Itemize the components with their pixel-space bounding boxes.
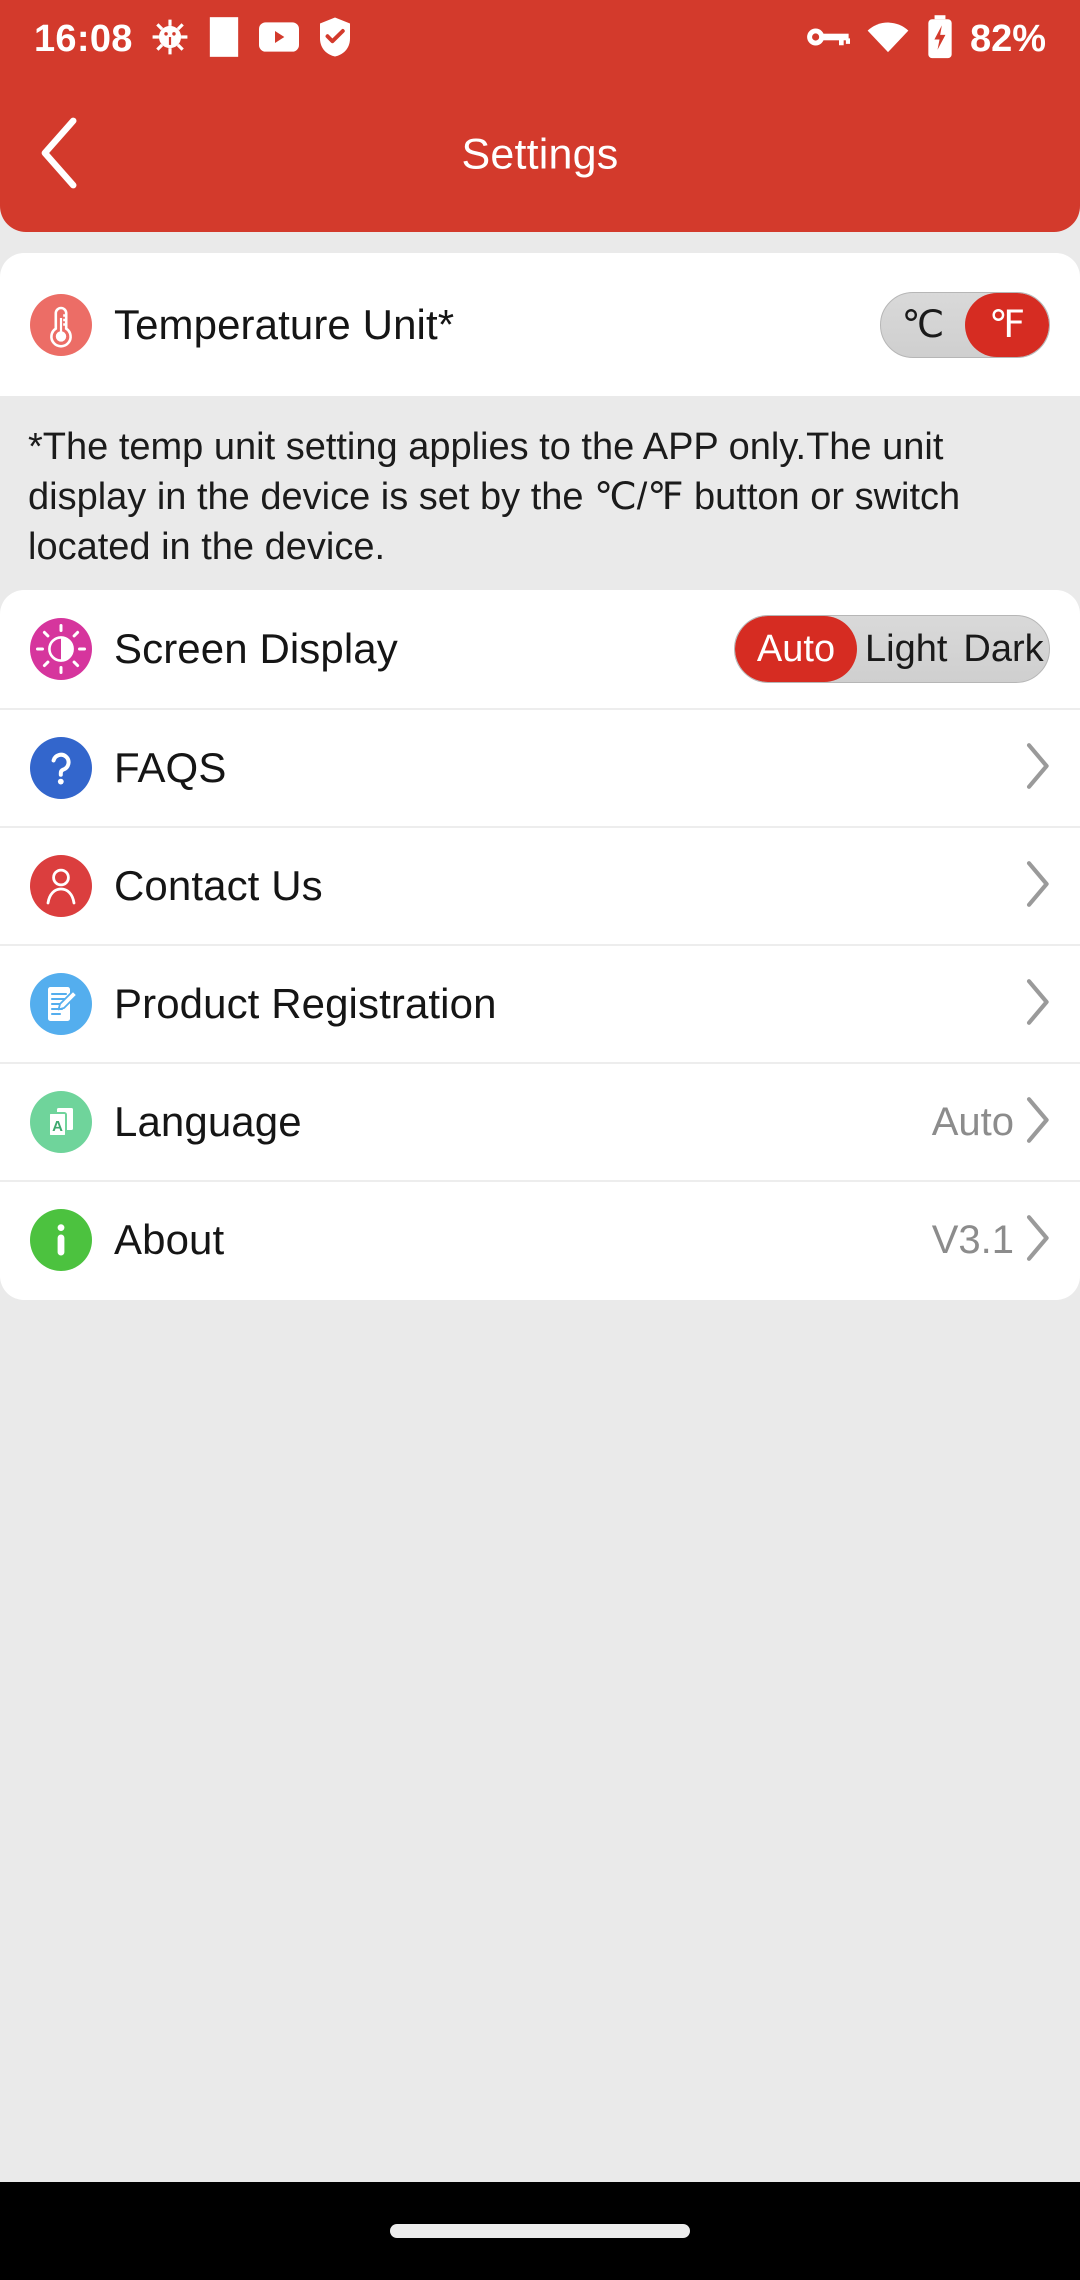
chevron-right-icon [1024,978,1050,1031]
security-shield-icon [317,16,353,63]
status-bar-right: 82% [806,14,1046,64]
wifi-icon [866,20,910,59]
settings-row-label-screen-display: Screen Display [114,625,398,672]
settings-row-about[interactable]: About V3.1 [0,1180,1080,1298]
settings-row-right-faqs [1014,742,1050,795]
translate-icon: A [30,1091,92,1153]
android-debug-icon [151,18,189,61]
settings-screen: 16:08 82% Settings Temperature Unit* ℃ ℉… [0,0,1080,2280]
person-circle-icon [30,855,92,917]
svg-text:A: A [52,1118,63,1135]
screen-display-option-light[interactable]: Light [857,616,955,682]
chevron-right-icon [1024,1214,1050,1267]
thermometer-icon [30,293,92,356]
blank-notification-icon [207,15,241,64]
screen-display-toggle[interactable]: Auto Light Dark [734,615,1050,683]
settings-row-product-registration[interactable]: Product Registration [0,944,1080,1062]
settings-row-language[interactable]: A Language Auto [0,1062,1080,1180]
system-navigation-bar [0,2182,1080,2280]
temperature-option-celsius[interactable]: ℃ [881,293,965,357]
settings-row-label-language: Language [114,1098,302,1145]
app-header: 16:08 82% Settings [0,0,1080,232]
page-title: Settings [461,130,619,179]
settings-row-contact-us[interactable]: Contact Us [0,826,1080,944]
temperature-option-fahrenheit[interactable]: ℉ [965,292,1049,357]
status-bar-clock: 16:08 [34,18,133,60]
screen-display-option-dark[interactable]: Dark [955,616,1049,682]
settings-row-label-faqs: FAQS [114,744,227,791]
settings-row-right-product-registration [1014,978,1050,1031]
status-bar: 16:08 82% [0,0,1080,78]
chevron-right-icon [1024,1096,1050,1149]
settings-row-right-language: Auto [932,1096,1050,1149]
document-pen-icon [30,973,92,1035]
screen-display-control-wrap: Auto Light Dark [734,615,1050,683]
brightness-contrast-icon [30,618,92,680]
temperature-unit-toggle[interactable]: ℃ ℉ [880,291,1050,358]
settings-row-label-product-registration: Product Registration [114,980,497,1027]
temperature-unit-control-wrap: ℃ ℉ [880,291,1050,358]
chevron-right-icon [1024,860,1050,913]
settings-row-temperature-unit[interactable]: Temperature Unit* ℃ ℉ [0,253,1080,396]
battery-charging-icon [926,14,954,64]
settings-row-faqs[interactable]: FAQS [0,708,1080,826]
info-circle-icon [30,1209,92,1271]
youtube-icon [258,21,299,57]
settings-list-card: Screen Display Auto Light Dark FAQS Cont… [0,590,1080,1300]
status-bar-left: 16:08 [34,15,353,64]
settings-row-label-temperature: Temperature Unit* [114,300,455,348]
question-mark-circle-icon [30,737,92,799]
settings-row-screen-display[interactable]: Screen Display Auto Light Dark [0,590,1080,708]
temperature-unit-note: *The temp unit setting applies to the AP… [0,396,1080,590]
vpn-key-icon [806,23,850,56]
settings-row-label-contact-us: Contact Us [114,862,323,909]
settings-row-right-contact-us [1014,860,1050,913]
home-indicator[interactable] [390,2224,690,2238]
settings-row-right-about: V3.1 [932,1214,1050,1267]
settings-row-value-language: Auto [931,1099,1014,1144]
battery-percentage-label: 82% [969,18,1046,60]
settings-row-value-about: V3.1 [931,1217,1014,1262]
chevron-right-icon [1024,742,1050,795]
temperature-card: Temperature Unit* ℃ ℉ [0,253,1080,396]
settings-row-label-about: About [114,1216,225,1263]
screen-display-option-auto[interactable]: Auto [735,616,857,682]
app-bar: Settings [0,78,1080,232]
